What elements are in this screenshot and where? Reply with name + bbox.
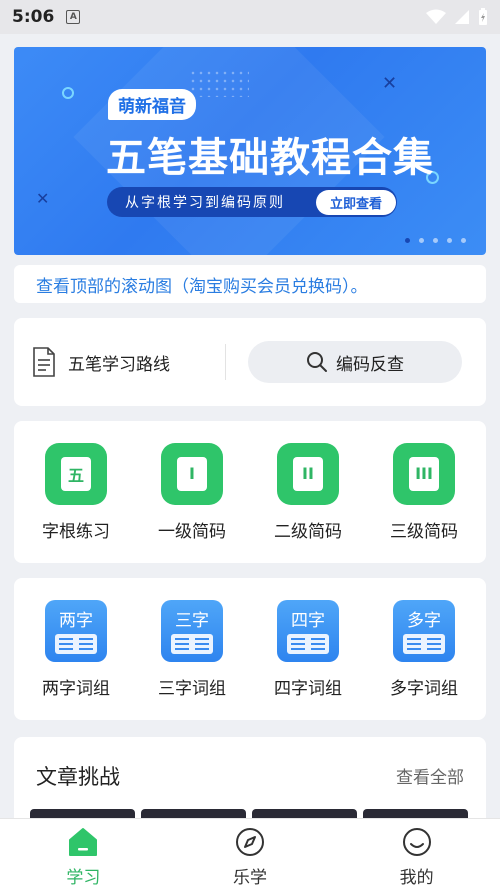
code-lookup-button[interactable]: 编码反查	[248, 341, 462, 383]
divider	[225, 344, 226, 380]
tab-fun-learning[interactable]: 乐学	[167, 819, 334, 888]
wifi-icon	[426, 9, 446, 24]
practice-item-level1[interactable]: I 一级简码	[137, 442, 247, 542]
banner-view-button[interactable]: 立即查看	[316, 190, 396, 215]
home-icon	[69, 828, 98, 856]
phrase-item-label: 多字词组	[390, 678, 458, 699]
carousel-dot[interactable]	[461, 238, 466, 243]
carousel-dot[interactable]	[419, 238, 424, 243]
cross-decoration-icon: ✕	[36, 189, 50, 208]
document-icon	[33, 347, 55, 377]
two-char-book-icon: 两字	[45, 599, 107, 662]
cross-decoration-icon: ✕	[382, 73, 398, 94]
compass-icon	[236, 828, 264, 856]
learning-route-button[interactable]: 五笔学习路线	[32, 347, 170, 377]
phrases-card: 两字 两字词组 三字 三字词组 四字 四字词组 多字 多字词组	[14, 578, 486, 720]
carousel-dot[interactable]	[433, 238, 438, 243]
banner-title: 五笔基础教程合集	[106, 135, 434, 181]
status-icons	[426, 8, 488, 26]
notification-a-icon: A	[66, 10, 81, 24]
tab-label: 学习	[66, 868, 101, 888]
phrase-item-three[interactable]: 三字 三字词组	[137, 599, 247, 699]
practice-item-label: 字根练习	[42, 521, 110, 542]
route-card: 五笔学习路线 编码反查	[14, 318, 486, 406]
tab-label: 我的	[399, 868, 434, 888]
level2-code-icon: II	[277, 442, 339, 505]
level1-code-icon: I	[161, 442, 223, 505]
practice-item-label: 一级简码	[158, 521, 226, 542]
status-time: 5:06	[12, 7, 55, 27]
phrase-item-label: 四字词组	[274, 678, 342, 699]
section-title: 文章挑战	[36, 765, 120, 789]
phrase-item-label: 两字词组	[42, 678, 110, 699]
practice-card: 五 字根练习 I 一级简码 II 二级简码 III 三级简码	[14, 421, 486, 563]
carousel-dot[interactable]	[447, 238, 452, 243]
phrase-item-label: 三字词组	[158, 678, 226, 699]
practice-item-label: 二级简码	[274, 521, 342, 542]
banner-carousel[interactable]: ✕ ✕ 萌新福音 五笔基础教程合集 从字根学习到编码原则 立即查看	[14, 47, 486, 255]
phrase-item-two[interactable]: 两字 两字词组	[21, 599, 131, 699]
tab-study[interactable]: 学习	[0, 819, 167, 888]
multi-char-book-icon: 多字	[393, 599, 455, 662]
signal-icon	[455, 10, 469, 24]
smiley-icon	[402, 828, 431, 856]
article-challenge-card: 文章挑战 查看全部	[14, 737, 486, 827]
view-all-link[interactable]: 查看全部	[396, 763, 464, 788]
practice-item-level2[interactable]: II 二级简码	[253, 442, 363, 542]
ring-decoration-icon	[62, 87, 74, 99]
four-char-book-icon: 四字	[277, 599, 339, 662]
notice-text: 查看顶部的滚动图（淘宝购买会员兑换码）。	[36, 276, 368, 297]
practice-item-label: 三级简码	[390, 521, 458, 542]
phrase-item-multi[interactable]: 多字 多字词组	[369, 599, 479, 699]
tab-label: 乐学	[233, 868, 267, 888]
status-bar: 5:06 A	[0, 0, 500, 34]
three-char-book-icon: 三字	[161, 599, 223, 662]
notice-bar[interactable]: 查看顶部的滚动图（淘宝购买会员兑换码）。	[14, 265, 486, 303]
banner-subtitle: 从字根学习到编码原则	[125, 195, 285, 211]
banner-tag: 萌新福音	[108, 89, 196, 120]
battery-icon	[479, 8, 487, 25]
practice-item-level3[interactable]: III 三级简码	[369, 442, 479, 542]
learning-route-label: 五笔学习路线	[68, 354, 170, 375]
search-icon	[307, 352, 327, 372]
tab-mine[interactable]: 我的	[333, 819, 500, 888]
bottom-tab-bar: 学习 乐学 我的	[0, 818, 500, 888]
banner-dot-pattern	[189, 69, 249, 97]
code-lookup-label: 编码反查	[336, 354, 404, 375]
radical-practice-icon: 五	[45, 442, 107, 505]
practice-item-radicals[interactable]: 五 字根练习	[21, 442, 131, 542]
phrase-item-four[interactable]: 四字 四字词组	[253, 599, 363, 699]
level3-code-icon: III	[393, 442, 455, 505]
carousel-indicators[interactable]	[405, 238, 466, 243]
carousel-dot-active[interactable]	[405, 238, 410, 243]
